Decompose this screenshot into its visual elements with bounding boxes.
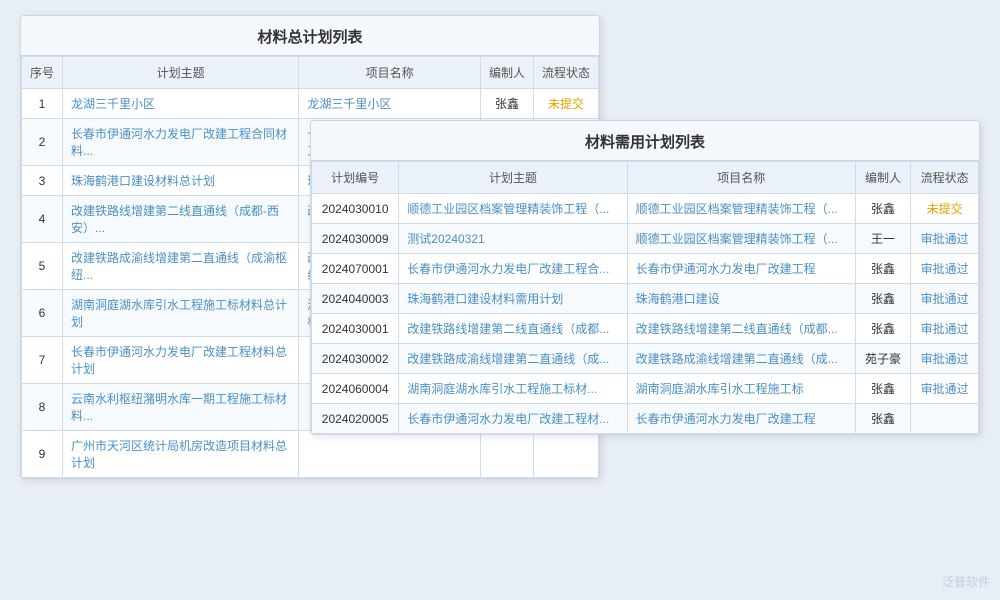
code-cell: 2024030002 — [312, 344, 399, 374]
panel2-title: 材料需用计划列表 — [311, 121, 979, 161]
project-cell[interactable]: 龙湖三千里小区 — [299, 89, 481, 119]
panel2-col-code: 计划编号 — [312, 162, 399, 194]
project-cell[interactable]: 顺德工业园区档案管理精装饰工程（... — [627, 224, 855, 254]
material-usage-plan-panel: 材料需用计划列表 计划编号 计划主题 项目名称 编制人 流程状态 2024030… — [310, 120, 980, 435]
panel1-col-project: 项目名称 — [299, 57, 481, 89]
status-cell: 未提交 — [533, 89, 598, 119]
project-cell[interactable]: 湖南洞庭湖水库引水工程施工标 — [627, 374, 855, 404]
status-cell: 未提交 — [911, 194, 979, 224]
theme-cell[interactable]: 顺德工业园区档案管理精装饰工程（... — [399, 194, 627, 224]
theme-cell[interactable]: 改建铁路成渝线增建第二直通线（成渝枢纽... — [63, 243, 299, 290]
status-cell: 审批通过 — [911, 284, 979, 314]
panel2-table: 计划编号 计划主题 项目名称 编制人 流程状态 2024030010 顺德工业园… — [311, 161, 979, 434]
project-cell[interactable]: 长春市伊通河水力发电厂改建工程 — [627, 404, 855, 434]
editor-cell: 张鑫 — [480, 89, 533, 119]
table-row[interactable]: 2024020005 长春市伊通河水力发电厂改建工程材... 长春市伊通河水力发… — [312, 404, 979, 434]
editor-cell: 张鑫 — [855, 284, 910, 314]
table-row[interactable]: 2024060004 湖南洞庭湖水库引水工程施工标材... 湖南洞庭湖水库引水工… — [312, 374, 979, 404]
status-cell: 审批通过 — [911, 314, 979, 344]
editor-cell: 苑子豪 — [855, 344, 910, 374]
panel2-col-editor: 编制人 — [855, 162, 910, 194]
project-cell[interactable]: 长春市伊通河水力发电厂改建工程 — [627, 254, 855, 284]
panel2-col-status: 流程状态 — [911, 162, 979, 194]
seq-cell: 7 — [22, 337, 63, 384]
theme-cell[interactable]: 珠海鹤港口建设材料总计划 — [63, 166, 299, 196]
theme-cell[interactable]: 改建铁路线增建第二线直通线（成都-西安）... — [63, 196, 299, 243]
theme-cell[interactable]: 龙湖三千里小区 — [63, 89, 299, 119]
project-cell[interactable]: 改建铁路成渝线增建第二直通线（成... — [627, 344, 855, 374]
editor-cell: 王一 — [855, 224, 910, 254]
theme-cell[interactable]: 广州市天河区统计局机房改造项目材料总计划 — [63, 431, 299, 478]
theme-cell[interactable]: 湖南洞庭湖水库引水工程施工标材... — [399, 374, 627, 404]
panel1-col-status: 流程状态 — [533, 57, 598, 89]
panel1-col-theme: 计划主题 — [63, 57, 299, 89]
table-row[interactable]: 2024030010 顺德工业园区档案管理精装饰工程（... 顺德工业园区档案管… — [312, 194, 979, 224]
project-cell[interactable]: 改建铁路线增建第二线直通线（成都... — [627, 314, 855, 344]
panel1-title: 材料总计划列表 — [21, 16, 599, 56]
status-cell: 审批通过 — [911, 344, 979, 374]
code-cell: 2024030001 — [312, 314, 399, 344]
status-cell — [533, 431, 598, 478]
project-cell[interactable]: 顺德工业园区档案管理精装饰工程（... — [627, 194, 855, 224]
status-cell: 审批通过 — [911, 254, 979, 284]
theme-cell[interactable]: 云南水利枢纽潴明水库一期工程施工标材料... — [63, 384, 299, 431]
code-cell: 2024030010 — [312, 194, 399, 224]
theme-cell[interactable]: 湖南洞庭湖水库引水工程施工标材料总计划 — [63, 290, 299, 337]
seq-cell: 8 — [22, 384, 63, 431]
seq-cell: 4 — [22, 196, 63, 243]
seq-cell: 9 — [22, 431, 63, 478]
table-row[interactable]: 1 龙湖三千里小区 龙湖三千里小区 张鑫 未提交 — [22, 89, 599, 119]
table-row[interactable]: 2024040003 珠海鹤港口建设材料需用计划 珠海鹤港口建设 张鑫 审批通过 — [312, 284, 979, 314]
panel1-col-seq: 序号 — [22, 57, 63, 89]
code-cell: 2024060004 — [312, 374, 399, 404]
panel1-col-editor: 编制人 — [480, 57, 533, 89]
table-row[interactable]: 9 广州市天河区统计局机房改造项目材料总计划 — [22, 431, 599, 478]
panel2-col-project: 项目名称 — [627, 162, 855, 194]
code-cell: 2024070001 — [312, 254, 399, 284]
status-cell — [911, 404, 979, 434]
watermark: 泛普软件 — [942, 573, 990, 590]
panel2-header-row: 计划编号 计划主题 项目名称 编制人 流程状态 — [312, 162, 979, 194]
panel1-header-row: 序号 计划主题 项目名称 编制人 流程状态 — [22, 57, 599, 89]
editor-cell: 张鑫 — [855, 314, 910, 344]
panel2-col-theme: 计划主题 — [399, 162, 627, 194]
project-cell[interactable] — [299, 431, 481, 478]
status-cell: 审批通过 — [911, 374, 979, 404]
theme-cell[interactable]: 长春市伊通河水力发电厂改建工程材料总计划 — [63, 337, 299, 384]
code-cell: 2024020005 — [312, 404, 399, 434]
code-cell: 2024030009 — [312, 224, 399, 254]
table-row[interactable]: 2024030009 测试20240321 顺德工业园区档案管理精装饰工程（..… — [312, 224, 979, 254]
theme-cell[interactable]: 改建铁路线增建第二线直通线（成都... — [399, 314, 627, 344]
editor-cell: 张鑫 — [855, 194, 910, 224]
table-row[interactable]: 2024030002 改建铁路成渝线增建第二直通线（成... 改建铁路成渝线增建… — [312, 344, 979, 374]
theme-cell[interactable]: 测试20240321 — [399, 224, 627, 254]
theme-cell[interactable]: 长春市伊通河水力发电厂改建工程材... — [399, 404, 627, 434]
theme-cell[interactable]: 珠海鹤港口建设材料需用计划 — [399, 284, 627, 314]
seq-cell: 2 — [22, 119, 63, 166]
seq-cell: 6 — [22, 290, 63, 337]
theme-cell[interactable]: 长春市伊通河水力发电厂改建工程合同材料... — [63, 119, 299, 166]
table-row[interactable]: 2024030001 改建铁路线增建第二线直通线（成都... 改建铁路线增建第二… — [312, 314, 979, 344]
table-row[interactable]: 2024070001 长春市伊通河水力发电厂改建工程合... 长春市伊通河水力发… — [312, 254, 979, 284]
code-cell: 2024040003 — [312, 284, 399, 314]
editor-cell: 张鑫 — [855, 254, 910, 284]
theme-cell[interactable]: 长春市伊通河水力发电厂改建工程合... — [399, 254, 627, 284]
theme-cell[interactable]: 改建铁路成渝线增建第二直通线（成... — [399, 344, 627, 374]
editor-cell — [480, 431, 533, 478]
seq-cell: 3 — [22, 166, 63, 196]
status-cell: 审批通过 — [911, 224, 979, 254]
editor-cell: 张鑫 — [855, 374, 910, 404]
project-cell[interactable]: 珠海鹤港口建设 — [627, 284, 855, 314]
editor-cell: 张鑫 — [855, 404, 910, 434]
seq-cell: 5 — [22, 243, 63, 290]
seq-cell: 1 — [22, 89, 63, 119]
